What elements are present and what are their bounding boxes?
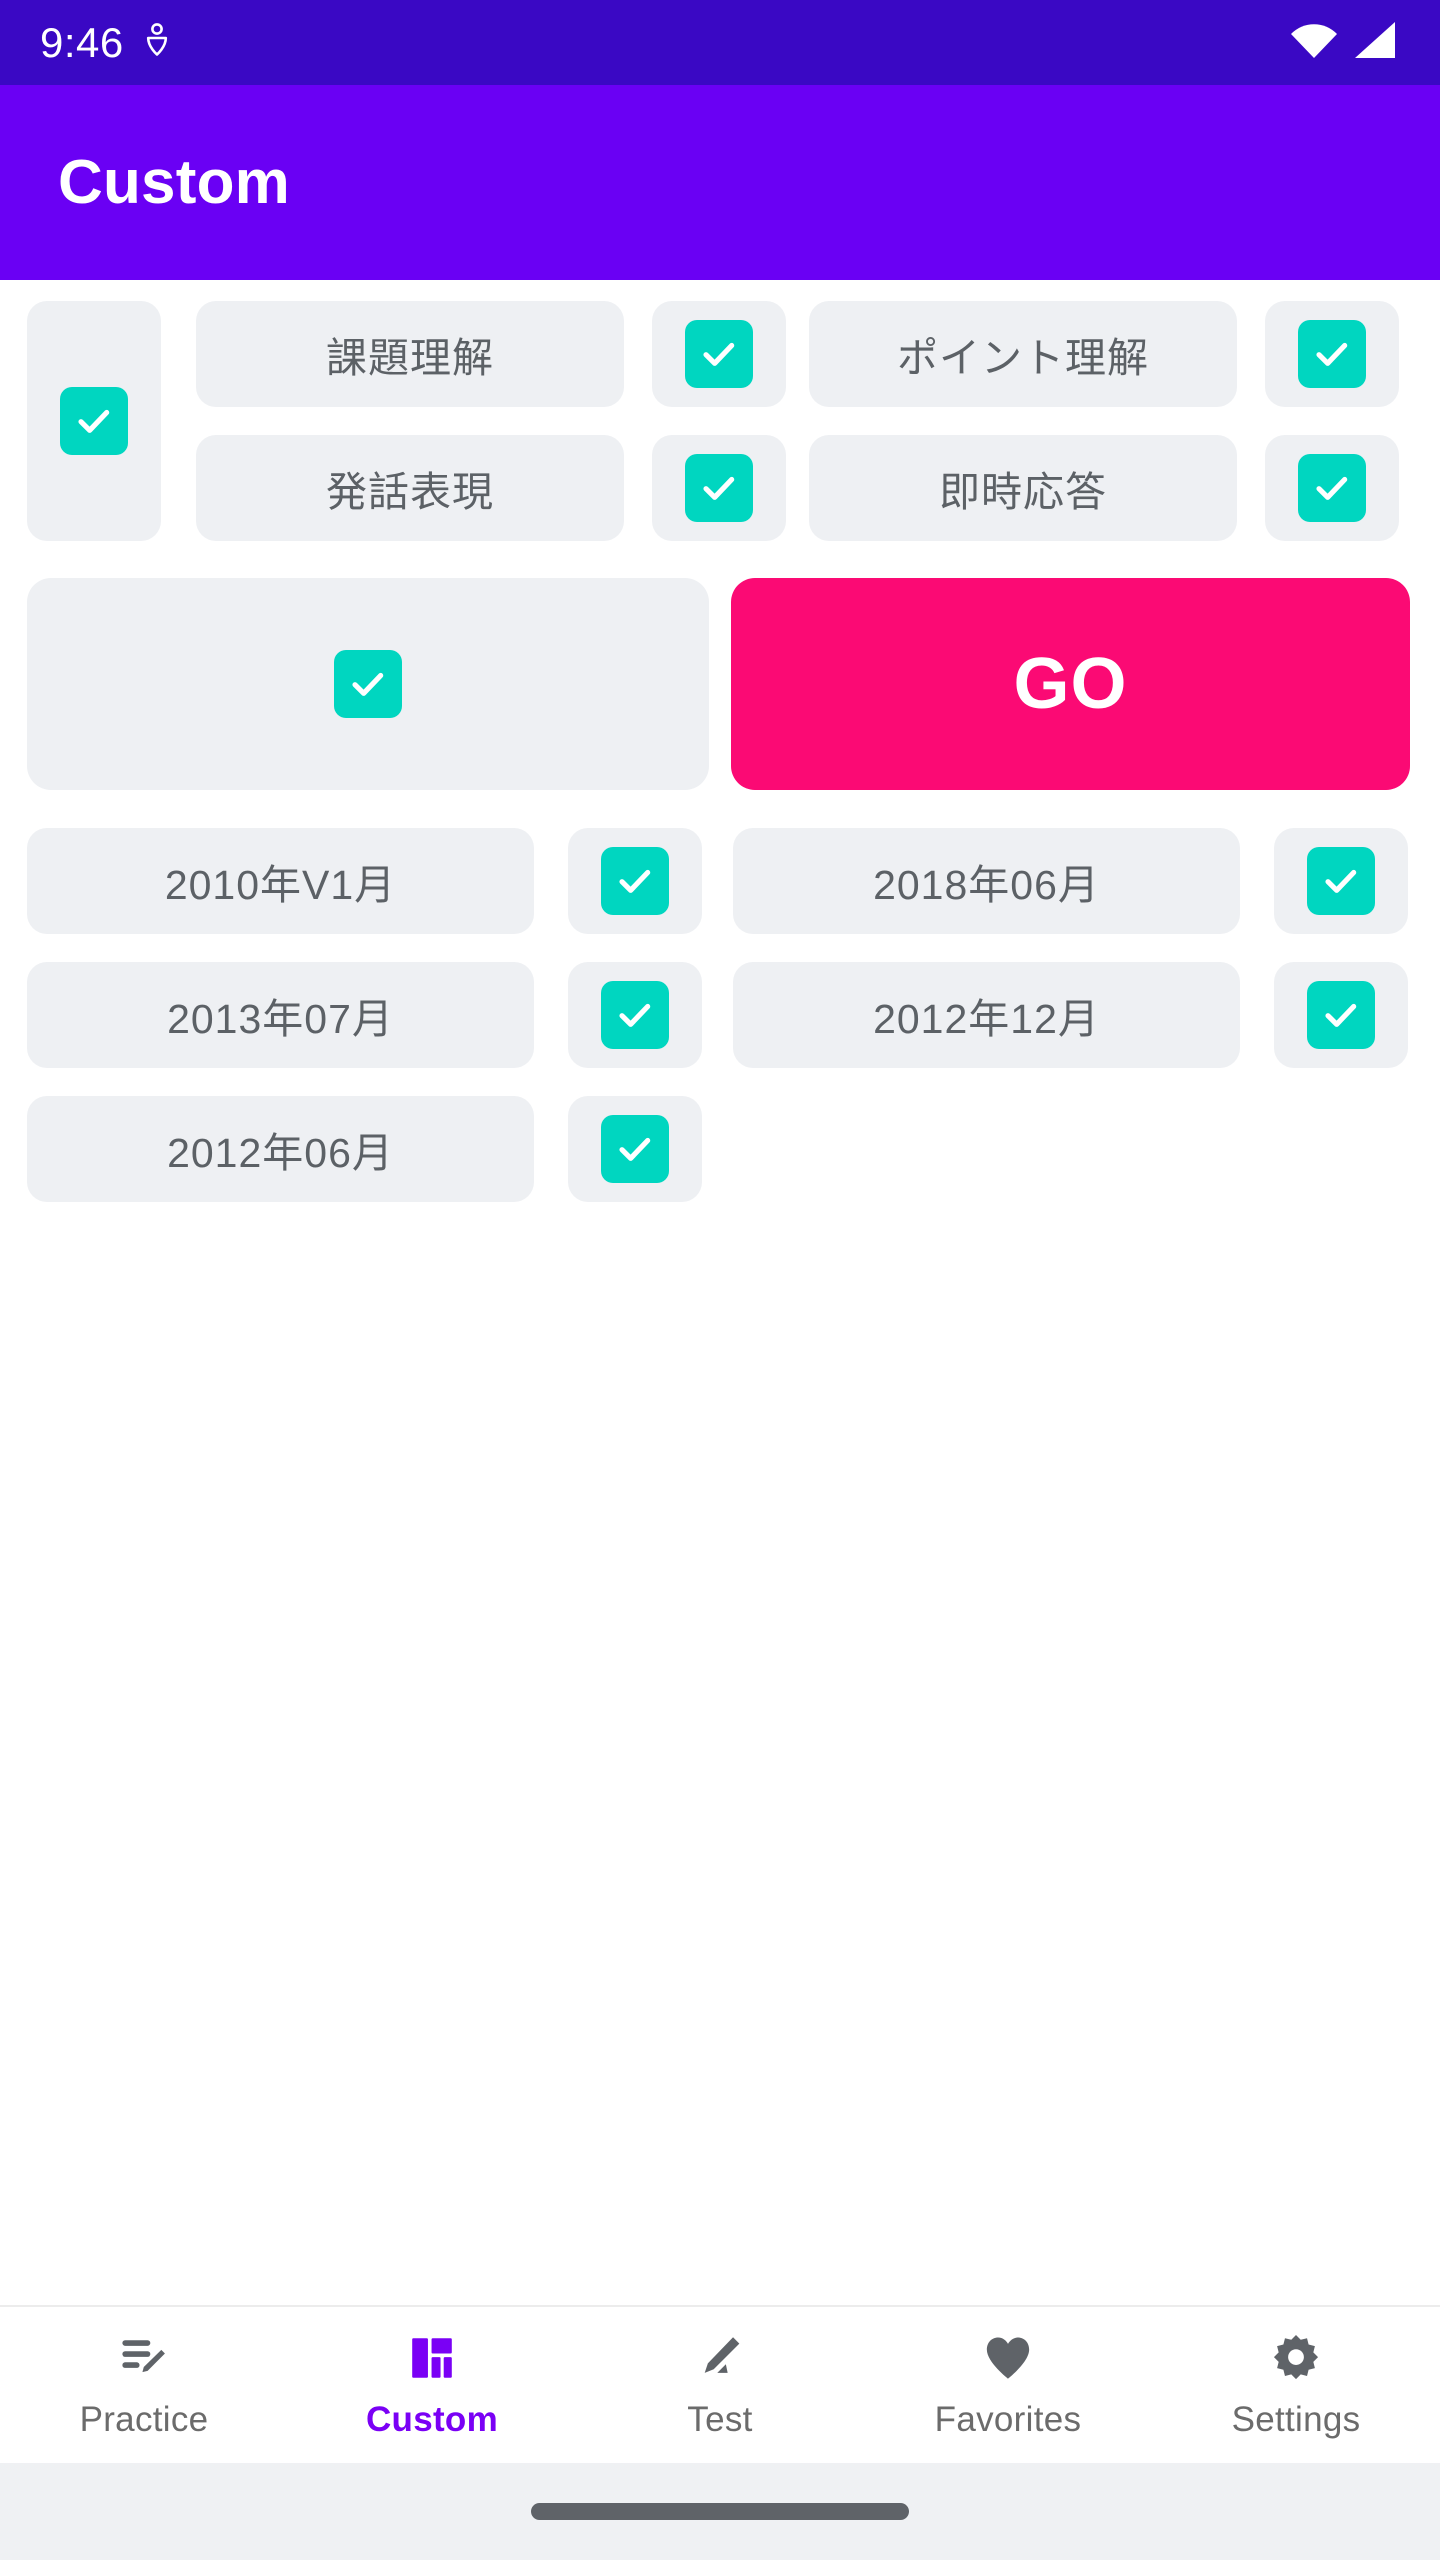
action-checkbox-tile[interactable] bbox=[27, 578, 709, 790]
app-bar: Custom bbox=[0, 85, 1440, 280]
action-checkbox[interactable] bbox=[334, 650, 402, 718]
location-pin-icon bbox=[144, 23, 170, 62]
skill-checkbox-tile[interactable] bbox=[652, 301, 786, 407]
nav-label: Favorites bbox=[934, 2400, 1082, 2439]
bottom-navigation: Practice Custom Test Favorites Settings bbox=[0, 2305, 1440, 2463]
date-label: 2012年12月 bbox=[873, 996, 1100, 1042]
nav-item-custom[interactable]: Custom bbox=[288, 2307, 576, 2463]
nav-item-practice[interactable]: Practice bbox=[0, 2307, 288, 2463]
edit-note-icon bbox=[117, 2330, 171, 2386]
skill-checkbox-tile[interactable] bbox=[1265, 301, 1399, 407]
date-label: 2010年V1月 bbox=[164, 862, 397, 908]
nav-label: Settings bbox=[1231, 2400, 1361, 2439]
date-label-tile[interactable]: 2012年06月 bbox=[27, 1096, 534, 1202]
date-row: 2010年V1月 2018年06月 bbox=[0, 828, 1440, 962]
date-checkbox[interactable] bbox=[601, 847, 669, 915]
nav-label: Custom bbox=[365, 2400, 499, 2439]
date-label-tile[interactable]: 2012年12月 bbox=[733, 962, 1240, 1068]
draw-pencil-icon bbox=[693, 2330, 747, 2386]
status-time: 9:46 bbox=[40, 18, 124, 66]
date-checkbox[interactable] bbox=[1307, 981, 1375, 1049]
home-indicator[interactable] bbox=[531, 2503, 909, 2520]
skill-label: 即時応答 bbox=[939, 469, 1107, 515]
skill-label: 課題理解 bbox=[326, 335, 494, 381]
skill-label: 発話表現 bbox=[326, 469, 494, 515]
heart-icon bbox=[981, 2330, 1035, 2386]
date-checkbox-tile[interactable] bbox=[568, 828, 702, 934]
date-checkbox[interactable] bbox=[1307, 847, 1375, 915]
date-checkbox-tile[interactable] bbox=[568, 962, 702, 1068]
skill-checkbox[interactable] bbox=[685, 320, 753, 388]
date-row: 2013年07月 2012年12月 bbox=[0, 962, 1440, 1096]
nav-label: Test bbox=[687, 2400, 753, 2439]
date-label: 2013年07月 bbox=[167, 996, 394, 1042]
skill-label-tile[interactable]: 即時応答 bbox=[809, 435, 1237, 541]
gear-icon bbox=[1269, 2330, 1323, 2386]
gesture-nav-area bbox=[0, 2463, 1440, 2560]
skill-checkbox[interactable] bbox=[1298, 454, 1366, 522]
dates-section: 2010年V1月 2018年06月 2013年07月 2012年12月 2012… bbox=[0, 828, 1440, 1230]
skill-label-tile[interactable]: 発話表現 bbox=[196, 435, 624, 541]
skill-checkbox-tile[interactable] bbox=[1265, 435, 1399, 541]
status-bar: 9:46 bbox=[0, 0, 1440, 85]
date-label-tile[interactable]: 2010年V1月 bbox=[27, 828, 534, 934]
app-screen: 9:46 Custom 課題理解 ポイント理解 発話表現 即時応答 GO 201… bbox=[0, 0, 1440, 2560]
skill-checkbox[interactable] bbox=[1298, 320, 1366, 388]
date-checkbox[interactable] bbox=[601, 981, 669, 1049]
skill-label: ポイント理解 bbox=[897, 335, 1149, 381]
skill-label-tile[interactable]: ポイント理解 bbox=[809, 301, 1237, 407]
skill-label-tile[interactable]: 課題理解 bbox=[196, 301, 624, 407]
date-checkbox[interactable] bbox=[601, 1115, 669, 1183]
cellular-signal-icon bbox=[1352, 21, 1396, 64]
main-content: 課題理解 ポイント理解 発話表現 即時応答 GO 2010年V1月 2018年0… bbox=[0, 280, 1440, 2305]
action-row: GO bbox=[0, 578, 1440, 790]
nav-label: Practice bbox=[79, 2400, 209, 2439]
nav-item-favorites[interactable]: Favorites bbox=[864, 2307, 1152, 2463]
nav-item-test[interactable]: Test bbox=[576, 2307, 864, 2463]
page-title: Custom bbox=[58, 148, 290, 217]
date-row: 2012年06月 bbox=[0, 1096, 1440, 1230]
go-button[interactable]: GO bbox=[731, 578, 1410, 790]
skills-section: 課題理解 ポイント理解 発話表現 即時応答 bbox=[0, 301, 1440, 541]
skill-checkbox[interactable] bbox=[685, 454, 753, 522]
select-all-checkbox[interactable] bbox=[60, 387, 128, 455]
nav-item-settings[interactable]: Settings bbox=[1152, 2307, 1440, 2463]
date-checkbox-tile[interactable] bbox=[568, 1096, 702, 1202]
date-label-tile[interactable]: 2013年07月 bbox=[27, 962, 534, 1068]
wifi-icon bbox=[1290, 21, 1338, 64]
status-bar-right bbox=[1290, 21, 1396, 64]
date-label: 2012年06月 bbox=[167, 1130, 394, 1176]
date-label: 2018年06月 bbox=[873, 862, 1100, 908]
status-bar-left: 9:46 bbox=[40, 18, 170, 66]
select-all-checkbox-tile[interactable] bbox=[27, 301, 161, 541]
date-checkbox-tile[interactable] bbox=[1274, 828, 1408, 934]
date-label-tile[interactable]: 2018年06月 bbox=[733, 828, 1240, 934]
dashboard-icon bbox=[405, 2330, 459, 2386]
date-checkbox-tile[interactable] bbox=[1274, 962, 1408, 1068]
skill-checkbox-tile[interactable] bbox=[652, 435, 786, 541]
